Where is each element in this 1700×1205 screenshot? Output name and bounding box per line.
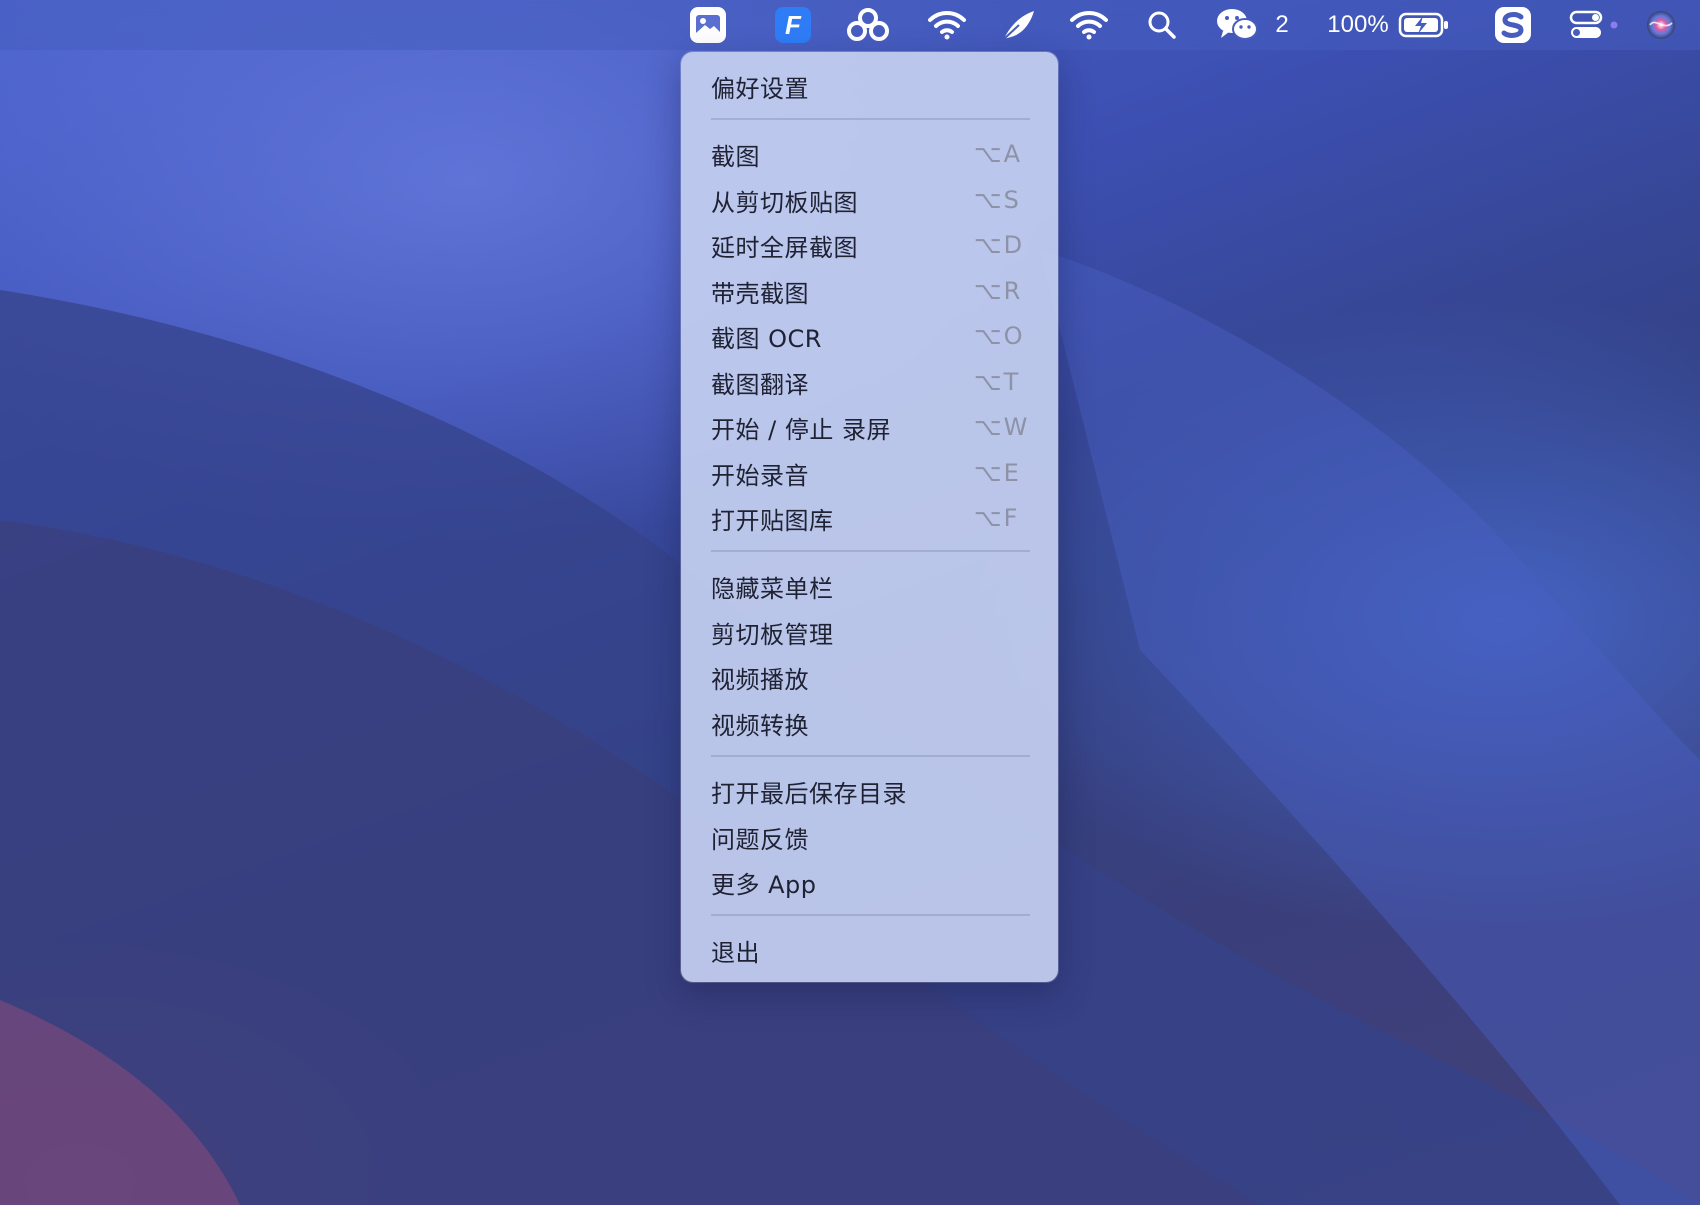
menu-item-device-frame-screenshot[interactable]: 带壳截图 ⌥R [711,271,1036,311]
s-app-icon[interactable] [1491,0,1535,50]
menu-item-quit[interactable]: 退出 [711,930,1036,970]
menu-item-label: 视频播放 [711,665,809,694]
menu-item-more-apps[interactable]: 更多 App [711,862,1036,902]
menu-item-screenshot-ocr[interactable]: 截图 OCR ⌥O [711,316,1036,356]
control-center-icon[interactable] [1564,0,1608,50]
menu-item-video-converter[interactable]: 视频转换 [711,703,1036,743]
menu-separator [711,550,1030,552]
menu-item-shortcut: ⌥S [974,186,1021,214]
menu-item-label: 打开贴图库 [711,506,834,535]
menu-item-shortcut: ⌥T [974,368,1021,396]
menu-item-hide-menu-bar[interactable]: 隐藏菜单栏 [711,566,1036,606]
menu-item-shortcut: ⌥O [974,322,1025,350]
menu-item-start-audio-recording[interactable]: 开始录音 ⌥E [711,453,1036,493]
menu-item-screenshot-translate[interactable]: 截图翻译 ⌥T [711,362,1036,402]
menu-separator [711,755,1030,757]
feather-app-icon[interactable] [998,0,1040,50]
f-app-icon[interactable]: F [771,0,815,50]
menu-separator [711,118,1030,120]
menu-item-label: 偏好设置 [711,74,809,103]
menu-item-shortcut: ⌥F [974,504,1020,532]
menu-item-label: 更多 App [711,870,817,899]
menu-item-paste-from-clipboard[interactable]: 从剪切板贴图 ⌥S [711,180,1036,220]
menu-item-feedback[interactable]: 问题反馈 [711,817,1036,857]
menu-item-label: 退出 [711,938,760,967]
menu-item-clipboard-manager[interactable]: 剪切板管理 [711,612,1036,652]
wechat-icon[interactable] [1214,0,1260,50]
menu-item-label: 截图翻译 [711,370,809,399]
menu-separator [711,914,1030,916]
search-icon[interactable] [1142,0,1182,50]
menu-item-label: 视频转换 [711,711,809,740]
battery-icon[interactable] [1396,0,1452,50]
menu-item-preferences[interactable]: 偏好设置 [711,66,1036,106]
battery-percentage: 100% [1327,11,1389,38]
image-app-icon[interactable] [686,0,730,50]
status-dot-icon [1608,0,1620,50]
wifi-icon[interactable] [926,0,968,50]
baidu-netdisk-icon[interactable] [844,0,892,50]
menu-item-label: 问题反馈 [711,825,809,854]
wifi-icon[interactable] [1068,0,1110,50]
menu-item-label: 截图 [711,142,760,171]
menu-item-shortcut: ⌥E [974,459,1021,487]
menu-item-label: 截图 OCR [711,324,822,353]
siri-icon[interactable] [1640,0,1682,50]
menu-item-label: 开始录音 [711,461,809,490]
menu-item-label: 打开最后保存目录 [711,779,907,808]
menu-item-start-stop-recording[interactable]: 开始 / 停止 录屏 ⌥W [711,407,1036,447]
menu-item-shortcut: ⌥W [974,413,1030,441]
menu-item-label: 延时全屏截图 [711,233,858,262]
menu-item-label: 开始 / 停止 录屏 [711,415,891,444]
menu-item-shortcut: ⌥R [974,277,1023,305]
menu-item-open-last-save-folder[interactable]: 打开最后保存目录 [711,771,1036,811]
menu-item-label: 剪切板管理 [711,620,834,649]
menu-item-shortcut: ⌥D [974,231,1025,259]
app-dropdown-menu: 偏好设置 截图 ⌥A 从剪切板贴图 ⌥S 延时全屏截图 ⌥D 带壳截图 ⌥R 截… [681,52,1058,982]
menu-item-video-player[interactable]: 视频播放 [711,657,1036,697]
wechat-unread-count: 2 [1275,11,1289,38]
menu-bar: F 2 100% [0,0,1700,50]
menu-item-label: 带壳截图 [711,279,809,308]
menu-item-screenshot[interactable]: 截图 ⌥A [711,134,1036,174]
menu-item-label: 从剪切板贴图 [711,188,858,217]
svg-text:F: F [785,10,802,40]
menu-item-label: 隐藏菜单栏 [711,574,834,603]
menu-item-open-pin-library[interactable]: 打开贴图库 ⌥F [711,498,1036,538]
menu-item-shortcut: ⌥A [974,140,1023,168]
menu-item-delayed-fullscreen[interactable]: 延时全屏截图 ⌥D [711,225,1036,265]
